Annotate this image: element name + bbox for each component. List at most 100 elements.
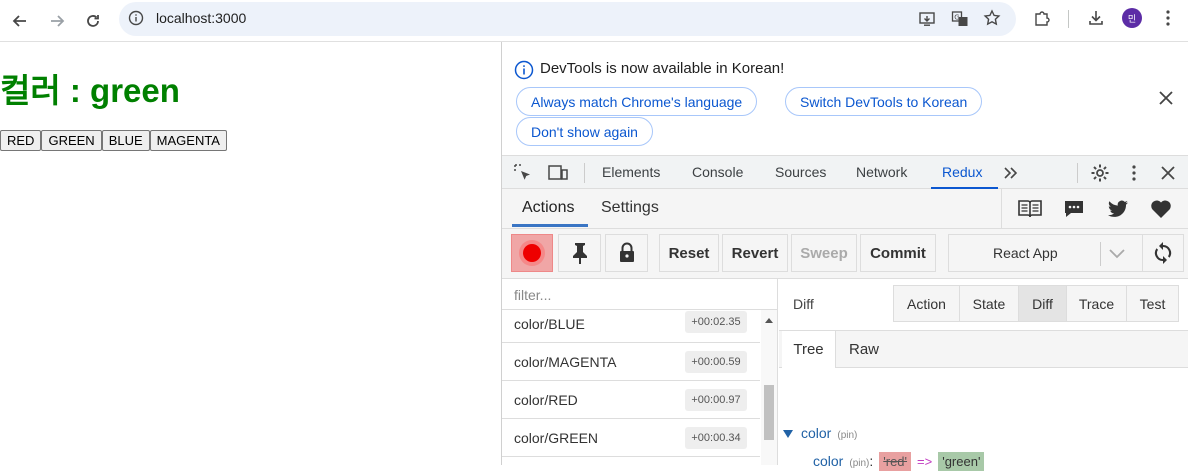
tree-key: color — [801, 425, 832, 441]
reload-button[interactable] — [78, 6, 108, 36]
tab-tree[interactable]: Tree — [782, 331, 836, 368]
detail-title: Diff — [793, 296, 814, 312]
tab-console[interactable]: Console — [692, 164, 743, 180]
svg-text:G: G — [954, 14, 959, 22]
tab-trace[interactable]: Trace — [1067, 286, 1127, 321]
translate-icon[interactable]: G — [951, 10, 969, 28]
tab-network[interactable]: Network — [856, 164, 907, 180]
action-time: +00:02.35 — [685, 311, 747, 333]
book-icon[interactable] — [1017, 198, 1043, 220]
action-list-scrollbar[interactable] — [761, 310, 777, 465]
forward-button[interactable] — [42, 6, 72, 36]
dont-show-again-button[interactable]: Don't show again — [516, 117, 653, 146]
action-filter-input[interactable]: filter... — [502, 279, 778, 310]
profile-avatar[interactable]: 민 — [1122, 8, 1142, 28]
action-name: color/RED — [514, 392, 578, 408]
record-button[interactable] — [511, 234, 553, 272]
site-info-icon[interactable] — [128, 10, 144, 26]
chevron-down-icon[interactable] — [1108, 247, 1126, 261]
page-title: 컬러 : green — [0, 72, 180, 109]
inspect-element-icon[interactable] — [513, 163, 533, 183]
scrollbar-thumb[interactable] — [764, 385, 774, 440]
install-app-icon[interactable] — [918, 10, 936, 28]
sync-button[interactable] — [1142, 234, 1184, 272]
action-row[interactable]: color/BLUE +00:02.35 — [502, 310, 760, 343]
tab-redux[interactable]: Redux — [942, 164, 982, 180]
record-icon — [523, 244, 541, 262]
arrow-left-icon — [12, 15, 26, 27]
tab-elements[interactable]: Elements — [602, 164, 660, 180]
tab-divider — [584, 163, 585, 183]
scroll-up-icon[interactable] — [765, 317, 773, 323]
color-button-group: RED GREEN BLUE MAGENTA — [0, 130, 227, 151]
settings-gear-icon[interactable] — [1090, 163, 1110, 183]
expand-triangle-icon — [783, 430, 793, 438]
tab-state[interactable]: State — [960, 286, 1019, 321]
switch-to-korean-button[interactable]: Switch DevTools to Korean — [785, 87, 983, 116]
device-toolbar-icon[interactable] — [547, 163, 569, 183]
extensions-icon[interactable] — [1033, 9, 1051, 27]
more-tabs-chevron-icon[interactable] — [1002, 165, 1020, 181]
tab-action[interactable]: Action — [894, 286, 960, 321]
red-button[interactable]: RED — [0, 130, 42, 151]
pin-link[interactable]: (pin) — [849, 458, 869, 469]
select-divider — [1100, 242, 1101, 266]
browser-toolbar: localhost:3000 G 민 — [0, 0, 1188, 42]
tree-node-diff: color (pin):'red' =>'green' — [813, 452, 985, 471]
pin-link[interactable]: (pin) — [837, 430, 857, 441]
reload-icon — [87, 15, 99, 27]
back-button[interactable] — [5, 6, 35, 36]
close-icon[interactable] — [1158, 90, 1174, 106]
tab-raw[interactable]: Raw — [838, 331, 890, 368]
tab-test[interactable]: Test — [1127, 286, 1178, 321]
tab-diff[interactable]: Diff — [1019, 286, 1067, 321]
magenta-button[interactable]: MAGENTA — [149, 130, 227, 151]
tree-key: color — [813, 453, 844, 469]
devtools-panel: DevTools is now available in Korean! Alw… — [501, 42, 1188, 471]
info-icon — [514, 60, 534, 80]
tab-divider — [1077, 163, 1078, 183]
always-match-language-button[interactable]: Always match Chrome's language — [516, 87, 758, 116]
green-button[interactable]: GREEN — [41, 130, 102, 151]
toolbar-divider — [1068, 10, 1069, 28]
reset-button[interactable]: Reset — [659, 234, 719, 272]
monitor-tab-group: Action State Diff Trace Test — [893, 285, 1179, 322]
tab-settings[interactable]: Settings — [601, 199, 659, 217]
blue-button[interactable]: BLUE — [101, 130, 150, 151]
download-icon[interactable] — [1087, 9, 1105, 27]
infobar-message: DevTools is now available in Korean! — [540, 60, 785, 77]
action-time: +00:00.59 — [685, 351, 747, 373]
tab-actions[interactable]: Actions — [522, 199, 574, 217]
tab-sources[interactable]: Sources — [775, 164, 826, 180]
action-row[interactable]: color/MAGENTA +00:00.59 — [502, 343, 760, 381]
close-devtools-icon[interactable] — [1160, 165, 1176, 181]
heart-icon[interactable] — [1150, 199, 1172, 219]
bookmark-star-icon[interactable] — [983, 9, 1001, 27]
action-time: +00:00.97 — [685, 389, 747, 411]
action-name: color/BLUE — [514, 316, 585, 332]
pin-button[interactable] — [558, 234, 601, 272]
action-detail-pane: Diff Action State Diff Trace Test Tree R… — [779, 279, 1188, 471]
action-row[interactable]: color/RED +00:00.97 — [502, 381, 760, 419]
more-vert-icon[interactable] — [1160, 9, 1176, 27]
pin-icon — [572, 243, 587, 264]
action-row[interactable]: color/GREEN +00:00.34 — [502, 419, 760, 457]
action-time: +00:00.34 — [685, 427, 747, 449]
more-options-icon[interactable] — [1127, 164, 1141, 182]
address-bar[interactable] — [119, 2, 1016, 36]
redux-header: Actions Settings — [502, 189, 1188, 229]
lock-icon — [619, 242, 634, 262]
action-list-pane: filter... color/BLUE +00:02.35 color/MAG… — [502, 279, 778, 465]
sync-icon — [1154, 242, 1172, 264]
redux-toolbar: Reset Revert Sweep Commit React App — [502, 229, 1188, 279]
sweep-button[interactable]: Sweep — [791, 234, 857, 272]
revert-button[interactable]: Revert — [722, 234, 788, 272]
diff-arrow: => — [917, 454, 933, 469]
view-tab-group: Tree Raw — [779, 330, 1188, 368]
twitter-icon[interactable] — [1107, 200, 1129, 218]
lock-button[interactable] — [605, 234, 648, 272]
chat-icon[interactable] — [1063, 199, 1085, 219]
active-tab-indicator — [512, 224, 588, 227]
tree-node-root[interactable]: color (pin) — [783, 425, 857, 441]
commit-button[interactable]: Commit — [860, 234, 936, 272]
